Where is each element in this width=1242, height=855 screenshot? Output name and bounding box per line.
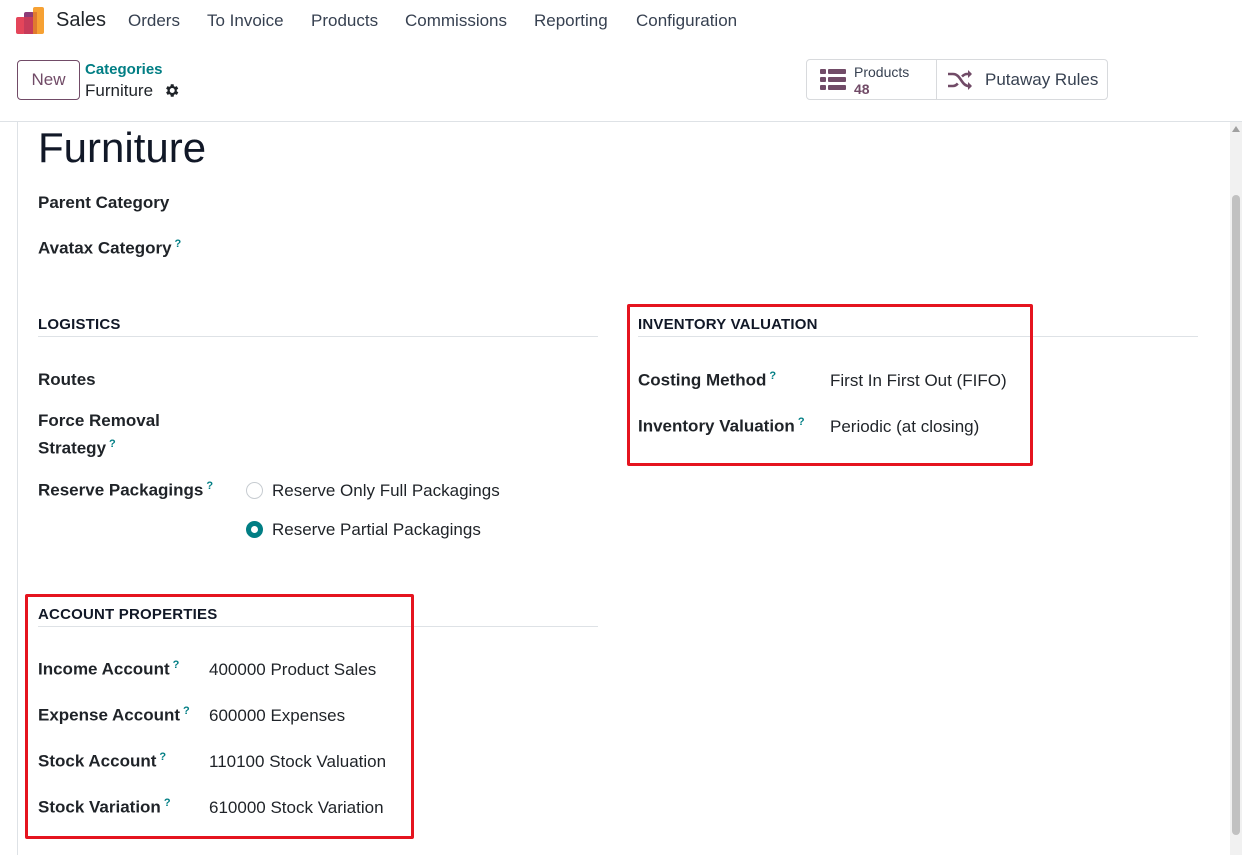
products-smart-button[interactable]: Products 48 [807,60,937,99]
nav-products[interactable]: Products [311,11,378,31]
top-navbar: Sales Orders To Invoice Products Commiss… [0,0,1242,44]
reserve-only-full-label[interactable]: Reserve Only Full Packagings [272,481,500,501]
reserve-partial-radio[interactable] [246,521,263,538]
nav-reporting[interactable]: Reporting [534,11,608,31]
nav-orders[interactable]: Orders [128,11,180,31]
new-button[interactable]: New [17,60,80,100]
nav-commissions[interactable]: Commissions [405,11,507,31]
logistics-divider [38,336,598,337]
control-panel: New Categories Furniture Products 48 Put… [0,44,1242,122]
logistics-section-title: LOGISTICS [38,316,121,333]
help-tooltip-icon[interactable]: ? [206,480,213,492]
avatax-category-label: Avatax Category? [38,238,182,258]
list-icon [820,69,846,90]
shuffle-icon [948,70,972,90]
nav-to-invoice[interactable]: To Invoice [207,11,284,31]
routes-label: Routes [38,370,96,389]
highlight-box-account-properties [25,594,414,839]
reserve-partial-label[interactable]: Reserve Partial Packagings [272,520,481,540]
reserve-packagings-label: Reserve Packagings? [38,480,214,500]
reserve-only-full-radio[interactable] [246,482,263,499]
help-tooltip-icon[interactable]: ? [175,238,182,250]
highlight-box-inventory-valuation [627,304,1033,466]
scroll-up-arrow-icon[interactable] [1232,126,1240,132]
gear-icon[interactable] [163,82,180,99]
app-name[interactable]: Sales [56,9,106,32]
smart-buttons: Products 48 Putaway Rules [806,59,1108,100]
scrollbar-thumb[interactable] [1232,195,1240,835]
parent-category-label: Parent Category [38,193,170,212]
force-removal-strategy-label: Strategy? [38,438,116,458]
breadcrumb-categories[interactable]: Categories [85,61,163,78]
help-tooltip-icon[interactable]: ? [109,438,116,450]
putaway-rules-smart-button[interactable]: Putaway Rules [937,60,1107,99]
nav-configuration[interactable]: Configuration [636,11,737,31]
breadcrumb-current: Furniture [85,81,154,100]
products-count: 48 [854,81,870,97]
sales-app-logo-icon[interactable] [15,7,45,35]
force-removal-strategy-label-line1: Force Removal [38,411,160,430]
putaway-rules-label: Putaway Rules [985,70,1099,89]
products-label: Products [854,64,910,80]
record-title[interactable]: Furniture [38,124,206,172]
